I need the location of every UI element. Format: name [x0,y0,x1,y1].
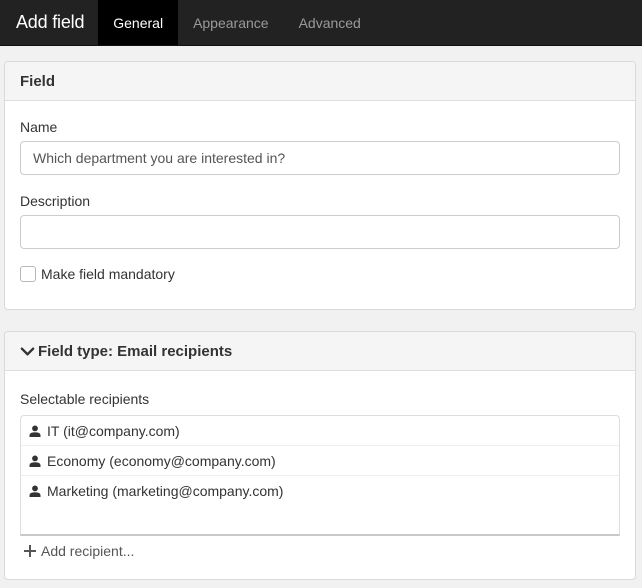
recipients-list: IT (it@company.com) Economy (economy@com… [20,415,620,536]
recipient-label: Marketing (marketing@company.com) [47,483,284,499]
plus-icon [24,545,36,557]
tab-appearance[interactable]: Appearance [178,0,284,45]
description-label: Description [20,193,91,209]
recipient-label: IT (it@company.com) [47,422,180,439]
add-recipient-label: Add recipient... [41,543,135,559]
field-type-panel: Field type: Email recipients Selectable … [4,331,636,580]
person-icon [29,455,41,467]
field-type-heading-label: Field type: Email recipients [38,342,233,360]
mandatory-label: Make field mandatory [41,266,175,282]
dialog-title: Add field [16,12,85,32]
field-type-heading[interactable]: Field type: Email recipients [5,332,635,371]
top-bar: Add field General Appearance Advanced [0,0,642,46]
recipients-label: Selectable recipients [20,391,150,407]
mandatory-row: Make field mandatory [20,266,175,282]
recipient-item[interactable]: Marketing (marketing@company.com) [21,476,619,506]
recipient-label: Economy (economy@company.com) [47,452,276,469]
field-panel-heading: Field [5,62,635,101]
field-panel: Field Name Description Make field mandat… [4,61,636,310]
name-label: Name [20,119,58,135]
add-recipient-button[interactable]: Add recipient... [24,543,134,559]
recipient-item[interactable]: IT (it@company.com) [21,416,619,446]
tab-advanced[interactable]: Advanced [284,0,376,45]
tab-general[interactable]: General [98,0,179,45]
mandatory-checkbox[interactable] [20,266,36,282]
chevron-down-icon [20,346,35,356]
name-input[interactable] [20,141,620,175]
person-icon [29,485,41,497]
recipient-item[interactable]: Economy (economy@company.com) [21,446,619,476]
person-icon [29,425,41,437]
description-input[interactable] [20,215,620,249]
